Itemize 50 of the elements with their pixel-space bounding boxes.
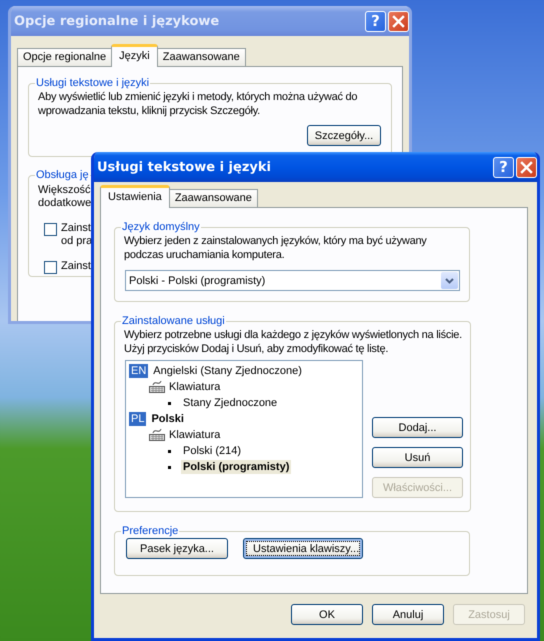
language-badge: EN xyxy=(129,364,148,378)
checkbox[interactable] xyxy=(44,223,57,236)
language-dropdown[interactable]: Polski - Polski (programisty) xyxy=(125,270,460,291)
button[interactable]: Pasek języka... xyxy=(126,538,228,559)
button[interactable]: Szczegóły... xyxy=(307,125,381,146)
language-badge: PL xyxy=(129,412,146,426)
tab[interactable]: Zaawansowane xyxy=(168,189,258,207)
button[interactable]: Dodaj... xyxy=(372,417,463,438)
description-text: Aby wyświetlić lub zmienić języki i metody, których można używać do wprowadzania tekstu, kliknij przycisk Szczegóły. xyxy=(38,90,358,118)
group-title: Usługi tekstowe i języki xyxy=(35,77,150,89)
button[interactable]: OK xyxy=(291,604,363,625)
group-title: Obsługa ję xyxy=(35,169,90,181)
window-title: Opcje regionalne i językowe xyxy=(14,14,220,28)
button[interactable]: Usuń xyxy=(372,447,463,468)
close-button[interactable] xyxy=(516,156,537,178)
tree-item[interactable]: Klawiatura xyxy=(167,380,222,394)
tree-item[interactable]: Polski xyxy=(149,412,186,426)
bullet-icon xyxy=(168,402,171,404)
tab[interactable]: Języki xyxy=(111,44,158,67)
close-icon[interactable] xyxy=(520,160,533,174)
tree-item[interactable]: Stany Zjednoczone xyxy=(181,396,280,410)
checkbox-label: Zainst xyxy=(61,222,91,235)
description-text: Wybierz jeden z zainstalowanych języków, który ma być używany podczas uruchamiania komputera. xyxy=(124,234,428,262)
description-text: Większość xyxy=(38,184,91,197)
description-text: dodatkowe xyxy=(38,197,92,210)
description-text: Wybierz potrzebne usługi dla każdego z języków wyświetlonych na liście. Użyj przycisków Dodaj i Usuń, aby zmodyfikować tę listę. xyxy=(124,328,463,356)
tab[interactable]: Opcje regionalne xyxy=(17,48,112,66)
keyboard-icon xyxy=(149,429,165,441)
button[interactable]: Anuluj xyxy=(372,604,444,625)
keyboard-icon xyxy=(149,381,165,393)
bullet-icon xyxy=(168,450,171,452)
close-icon[interactable] xyxy=(392,14,405,28)
close-button[interactable] xyxy=(388,10,409,32)
help-button[interactable]: ? xyxy=(493,156,514,178)
checkbox-label: Zainst xyxy=(61,260,91,273)
services-tree[interactable]: EN Angielski (Stany Zjednoczone) Klawiatura Stany Zjednoczone PL Polski Klawiatura Polski (214) Polski (programisty) xyxy=(125,360,363,498)
group-title: Zainstalowane usługi xyxy=(121,315,226,327)
tab[interactable]: Ustawienia xyxy=(100,185,170,208)
tab[interactable]: Zaawansowane xyxy=(156,48,246,66)
tree-item[interactable]: Angielski (Stany Zjednoczone) xyxy=(151,364,304,378)
group-title: Język domyślny xyxy=(121,221,201,233)
tree-item[interactable]: Polski (programisty) xyxy=(181,460,292,474)
tree-item[interactable]: Polski (214) xyxy=(181,444,244,458)
checkbox[interactable] xyxy=(44,261,57,274)
tree-item[interactable]: Klawiatura xyxy=(167,428,222,442)
help-button[interactable]: ? xyxy=(365,10,386,32)
button[interactable]: Ustawienia klawiszy... xyxy=(243,538,363,559)
window-title: Usługi tekstowe i języki xyxy=(97,160,271,174)
bullet-icon xyxy=(168,466,171,468)
group-title: Preferencje xyxy=(121,525,180,537)
